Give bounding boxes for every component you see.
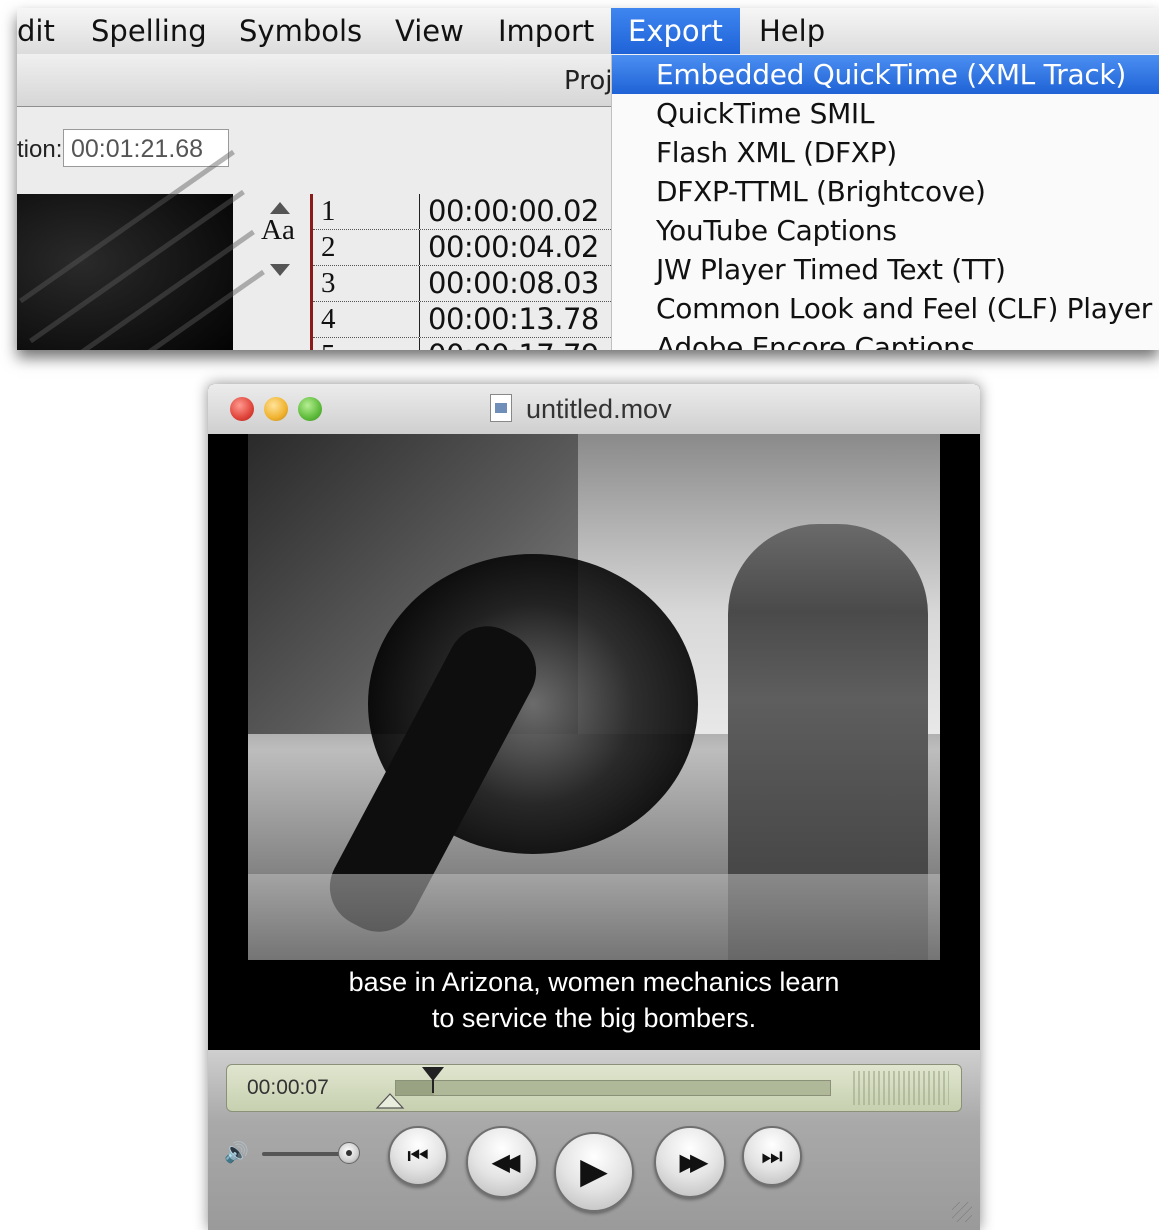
go-to-start-button[interactable]: ⏮: [388, 1126, 448, 1186]
video-preview-thumbnail: [17, 149, 265, 350]
duration-label: tion:: [17, 136, 63, 163]
current-time: 00:00:07: [247, 1076, 329, 1099]
caption-row[interactable]: 2 00:00:04.02: [313, 230, 633, 266]
skip-back-icon: ⏮: [407, 1142, 429, 1170]
playhead-stem: [431, 1079, 434, 1093]
caption-editor-window: dit Spelling Symbols View Import Export …: [17, 8, 1159, 350]
title-bar[interactable]: untitled.mov: [208, 384, 980, 435]
volume-knob[interactable]: [338, 1142, 360, 1164]
menu-help[interactable]: Help: [759, 8, 825, 54]
menu-view[interactable]: View: [395, 8, 464, 54]
menu-export[interactable]: Export: [611, 8, 740, 54]
fast-forward-button[interactable]: ▶▶: [654, 1126, 726, 1198]
in-point-marker-icon[interactable]: [375, 1091, 405, 1109]
video-frame: [248, 434, 940, 960]
timeline-grip: [853, 1071, 949, 1105]
caption-row[interactable]: 5 00:00:17.79: [313, 338, 633, 350]
go-to-end-button[interactable]: ⏭: [742, 1126, 802, 1186]
window-title: untitled.mov: [526, 394, 672, 424]
caption-number: 4: [321, 303, 336, 335]
menu-edit[interactable]: dit: [17, 8, 55, 54]
fast-forward-icon: ▶▶: [679, 1148, 709, 1176]
video-area[interactable]: base in Arizona, women mechanics learn t…: [208, 434, 980, 1050]
caption-number: 5: [321, 338, 336, 350]
caption-time[interactable]: 00:00:04.02: [419, 230, 599, 265]
export-dfxp-ttml[interactable]: DFXP-TTML (Brightcove): [612, 172, 1159, 211]
caption-time[interactable]: 00:00:08.03: [419, 266, 599, 301]
export-youtube-captions[interactable]: YouTube Captions: [612, 211, 1159, 250]
skip-forward-icon: ⏭: [761, 1142, 783, 1170]
export-clf-player[interactable]: Common Look and Feel (CLF) Player: [612, 289, 1159, 328]
caption-row[interactable]: 4 00:00:13.78: [313, 302, 633, 338]
export-flash-xml[interactable]: Flash XML (DFXP): [612, 133, 1159, 172]
font-control-label: Aa: [261, 214, 295, 246]
export-embedded-quicktime[interactable]: Embedded QuickTime (XML Track): [612, 55, 1159, 94]
export-jw-player[interactable]: JW Player Timed Text (TT): [612, 250, 1159, 289]
play-icon: ▶: [580, 1151, 608, 1192]
font-size-control[interactable]: Aa: [261, 202, 301, 286]
caption-row[interactable]: 3 00:00:08.03: [313, 266, 633, 302]
menu-bar: dit Spelling Symbols View Import Export …: [17, 8, 1159, 55]
export-adobe-encore[interactable]: Adobe Encore Captions: [612, 328, 1159, 350]
caption-row[interactable]: 1 00:00:00.02: [313, 194, 633, 230]
caption-time[interactable]: 00:00:00.02: [419, 194, 599, 229]
menu-symbols[interactable]: Symbols: [239, 8, 362, 54]
volume-icon[interactable]: 🔊: [224, 1140, 249, 1165]
close-button[interactable]: [230, 397, 254, 421]
caption-number: 1: [321, 195, 336, 227]
menu-spelling[interactable]: Spelling: [91, 8, 207, 54]
caption-list: 1 00:00:00.02 2 00:00:04.02 3 00:00:08.0…: [310, 194, 633, 350]
export-quicktime-smil[interactable]: QuickTime SMIL: [612, 94, 1159, 133]
export-dropdown-menu: Embedded QuickTime (XML Track) QuickTime…: [611, 55, 1159, 350]
caption-number: 3: [321, 267, 336, 299]
playback-controls: 00:00:07 🔊 ⏮ ◀◀ ▶ ▶▶ ⏭: [208, 1050, 980, 1230]
zoom-button[interactable]: [298, 397, 322, 421]
resize-grip-icon[interactable]: [952, 1202, 972, 1222]
quicktime-player-window: untitled.mov base in Arizona, women mech…: [208, 384, 980, 1230]
rewind-button[interactable]: ◀◀: [466, 1126, 538, 1198]
scrubber-track[interactable]: [395, 1080, 831, 1096]
rewind-icon: ◀◀: [491, 1148, 521, 1176]
duration-field[interactable]: 00:01:21.68: [63, 129, 229, 167]
play-button[interactable]: ▶: [554, 1132, 634, 1212]
caption-line: to service the big bombers.: [431, 1003, 757, 1033]
decrease-arrow-icon[interactable]: [270, 264, 290, 276]
movie-file-icon: [490, 394, 512, 422]
caption-time[interactable]: 00:00:13.78: [419, 302, 599, 337]
caption-overlay: base in Arizona, women mechanics learn t…: [208, 964, 980, 1036]
timeline-bar[interactable]: 00:00:07: [226, 1064, 962, 1112]
increase-arrow-icon[interactable]: [270, 202, 290, 214]
project-label: Proj: [564, 66, 613, 96]
minimize-button[interactable]: [264, 397, 288, 421]
caption-number: 2: [321, 231, 336, 263]
caption-time[interactable]: 00:00:17.79: [419, 338, 599, 350]
menu-import[interactable]: Import: [498, 8, 594, 54]
caption-line: base in Arizona, women mechanics learn: [348, 967, 840, 997]
